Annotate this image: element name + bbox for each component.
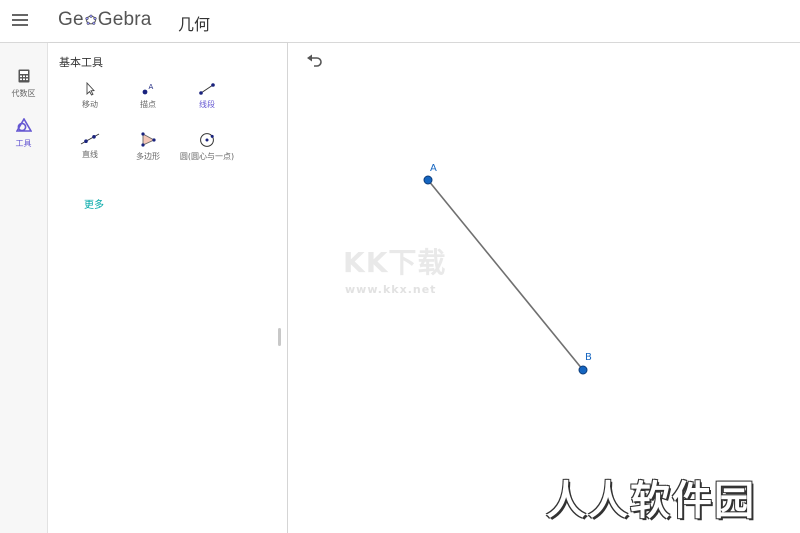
line-icon xyxy=(80,133,100,145)
rail-item-algebra[interactable]: 代数区 xyxy=(0,68,47,99)
tool-polygon[interactable]: 多边形 xyxy=(116,132,180,162)
tool-segment[interactable]: 线段 xyxy=(175,82,239,110)
app-title: 几何 xyxy=(178,15,211,34)
tools-panel-title: 基本工具 xyxy=(59,56,103,69)
tools-panel: 基本工具 移动 A 描点 线段 直线 多边形 圆(圆心与一点) 更多 xyxy=(48,43,288,533)
left-navigation-rail: 代数区 工具 xyxy=(0,43,48,533)
construction-layer xyxy=(423,175,588,375)
point-a[interactable] xyxy=(423,175,433,185)
point-b[interactable] xyxy=(578,365,588,375)
circle-center-point-icon xyxy=(200,133,214,147)
svg-text:A: A xyxy=(149,83,154,91)
panel-resize-handle[interactable] xyxy=(278,328,281,346)
tool-point[interactable]: A 描点 xyxy=(116,82,180,110)
polygon-icon xyxy=(141,132,156,147)
segment-ab[interactable] xyxy=(427,179,584,371)
move-cursor-icon xyxy=(86,82,95,96)
geogebra-logo: Ge Gebra xyxy=(58,9,152,30)
tool-label: 多边形 xyxy=(136,152,160,161)
geogebra-flower-icon xyxy=(85,14,97,25)
hamburger-menu-icon[interactable] xyxy=(12,14,28,26)
calculator-icon xyxy=(18,69,29,83)
more-tools-button[interactable]: 更多 xyxy=(84,196,104,211)
point-b-label: B xyxy=(585,352,592,363)
tool-label: 描点 xyxy=(140,100,156,109)
rail-item-label: 代数区 xyxy=(11,89,36,98)
tool-label: 直线 xyxy=(82,150,98,159)
point-icon: A xyxy=(142,83,154,95)
rail-item-label: 工具 xyxy=(15,139,32,148)
tool-line[interactable]: 直线 xyxy=(58,132,122,160)
rail-item-tools[interactable]: 工具 xyxy=(0,117,47,149)
tool-label: 圆(圆心与一点) xyxy=(179,152,235,161)
graphics-canvas[interactable]: KK下载 www.kkx.net A B 人人软件园 xyxy=(288,43,800,533)
tool-label: 线段 xyxy=(199,100,215,109)
top-app-bar: Ge Gebra 几何 xyxy=(0,0,800,43)
tools-icon xyxy=(15,117,32,132)
point-a-label: A xyxy=(430,163,437,174)
tool-label: 移动 xyxy=(82,100,98,109)
segment-icon xyxy=(199,83,215,95)
watermark-corner-text: 人人软件园 xyxy=(546,478,756,524)
tool-circle-center-point[interactable]: 圆(圆心与一点) xyxy=(175,132,239,162)
tool-move[interactable]: 移动 xyxy=(58,82,122,110)
